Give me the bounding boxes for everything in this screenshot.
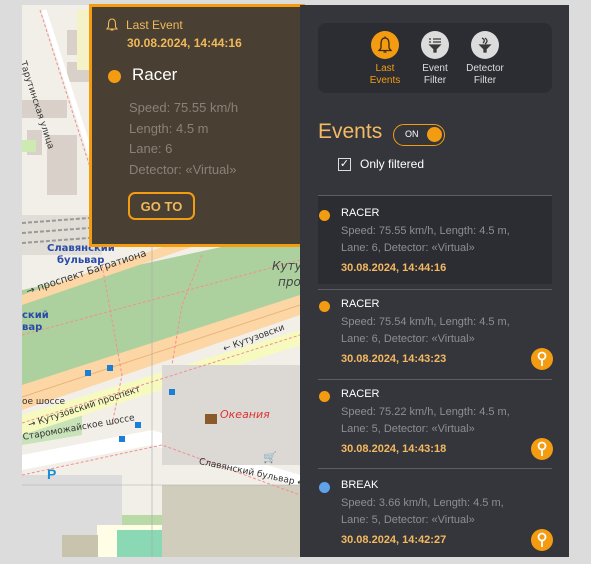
map-pin-icon	[537, 441, 547, 456]
event-type: RACER	[341, 298, 380, 310]
event-desc-line: Lane: 6, Detector: «Virtual»	[341, 241, 475, 254]
popup-title: Last Event	[126, 18, 183, 32]
only-filtered-row[interactable]: ✓ Only filtered	[338, 157, 424, 171]
event-item[interactable]: RACER Speed: 75.22 km/h, Length: 4.5 m, L…	[318, 377, 553, 465]
event-description: Speed: 3.66 km/h, Length: 4.5 m, Lane: 5,…	[341, 495, 541, 528]
event-date: 30.08.2024, 14:42:27	[341, 534, 447, 546]
event-desc-line: Lane: 6, Detector: «Virtual»	[341, 332, 475, 345]
event-desc-line: Lane: 5, Detector: «Virtual»	[341, 422, 475, 435]
locate-on-map-button[interactable]	[531, 348, 553, 370]
map-pin-icon	[537, 351, 547, 366]
popup-lane: Lane: 6	[129, 141, 173, 156]
bus-stop-icon	[107, 365, 113, 371]
detector-filter-icon	[478, 37, 492, 53]
event-date: 30.08.2024, 14:43:18	[341, 443, 447, 455]
bus-stop-icon	[135, 422, 141, 428]
event-filter-icon	[428, 38, 442, 53]
last-event-popup: Last Event 30.08.2024, 14:44:16 Racer Sp…	[89, 4, 305, 247]
events-panel: Last Events Event Filter Detector Filter…	[300, 5, 569, 557]
bell-icon	[377, 36, 393, 53]
event-desc-line: Speed: 75.22 km/h, Length: 4.5 m,	[341, 406, 510, 418]
event-description: Speed: 75.54 km/h, Length: 4.5 m, Lane: 6…	[341, 314, 541, 347]
events-title: Events	[318, 120, 383, 143]
event-desc-line: Lane: 5, Detector: «Virtual»	[341, 513, 475, 526]
popup-details: Speed: 75.55 km/h Length: 4.5 m Lane: 6 …	[129, 98, 238, 180]
locate-on-map-button[interactable]	[531, 529, 553, 551]
popup-length: Length: 4.5 m	[129, 120, 209, 136]
detector-filter-tab[interactable]: Detector Filter	[455, 31, 515, 87]
event-desc-line: Speed: 3.66 km/h, Length: 4.5 m,	[341, 497, 504, 509]
event-date: 30.08.2024, 14:43:23	[341, 353, 447, 365]
popup-date: 30.08.2024, 14:44:16	[127, 36, 242, 50]
only-filtered-checkbox[interactable]: ✓	[338, 157, 351, 171]
toggle-knob	[427, 127, 442, 142]
panel-toolbar: Last Events Event Filter Detector Filter	[318, 23, 552, 93]
parking-icon: P	[47, 466, 57, 482]
detector-filter-label-2: Filter	[473, 75, 497, 86]
cinema-icon	[205, 414, 217, 424]
event-dot	[319, 210, 330, 221]
map-label-kutuzovsky-park-2: про	[278, 275, 300, 289]
map-pin-icon	[537, 532, 547, 547]
event-dot	[319, 391, 330, 402]
popup-detector: Detector: «Virtual»	[129, 161, 237, 177]
event-status-dot	[108, 70, 121, 83]
event-type: BREAK	[341, 479, 379, 491]
event-description: Speed: 75.55 km/h, Length: 4.5 m, Lane: 6…	[341, 223, 541, 256]
event-desc-line: Speed: 75.55 km/h, Length: 4.5 m,	[341, 225, 510, 237]
event-filter-icon-wrap	[421, 31, 449, 59]
bell-icon	[106, 18, 118, 31]
event-dot	[319, 301, 330, 312]
map-label-kutuzovsky-park: Куту	[272, 259, 300, 273]
bus-stop-icon	[169, 389, 175, 395]
event-item[interactable]: RACER Speed: 75.55 km/h, Length: 4.5 m, L…	[318, 196, 552, 284]
event-type: RACER	[341, 388, 380, 400]
locate-on-map-button[interactable]	[531, 438, 553, 460]
event-desc-line: Speed: 75.54 km/h, Length: 4.5 m,	[341, 316, 510, 328]
events-toggle[interactable]: ON	[393, 124, 445, 146]
bell-icon-wrap	[371, 31, 399, 59]
popup-event-name: Racer	[132, 65, 178, 84]
map-label-shosse: ое шоссе	[22, 397, 66, 407]
map-label-left-2: вар	[22, 322, 43, 333]
bus-stop-icon	[85, 370, 91, 376]
toggle-label: ON	[405, 129, 419, 139]
event-date: 30.08.2024, 14:44:16	[341, 262, 447, 274]
event-description: Speed: 75.22 km/h, Length: 4.5 m, Lane: 5…	[341, 404, 541, 437]
shopping-cart-icon: 🛒	[263, 452, 277, 464]
detector-filter-label-1: Detector	[466, 63, 504, 74]
bus-stop-icon	[119, 436, 125, 442]
detector-filter-icon-wrap	[471, 31, 499, 59]
event-item[interactable]: RACER Speed: 75.54 km/h, Length: 4.5 m, L…	[318, 287, 553, 375]
map-label-okeania: Океания	[220, 408, 270, 421]
go-to-button[interactable]: GO TO	[128, 192, 195, 220]
event-item[interactable]: BREAK Speed: 3.66 km/h, Length: 4.5 m, La…	[318, 468, 553, 556]
event-dot	[319, 482, 330, 493]
event-type: RACER	[341, 207, 380, 219]
only-filtered-label: Only filtered	[360, 157, 425, 171]
map-label-left-1: ский	[22, 310, 49, 321]
popup-speed: Speed: 75.55 km/h	[129, 100, 239, 115]
